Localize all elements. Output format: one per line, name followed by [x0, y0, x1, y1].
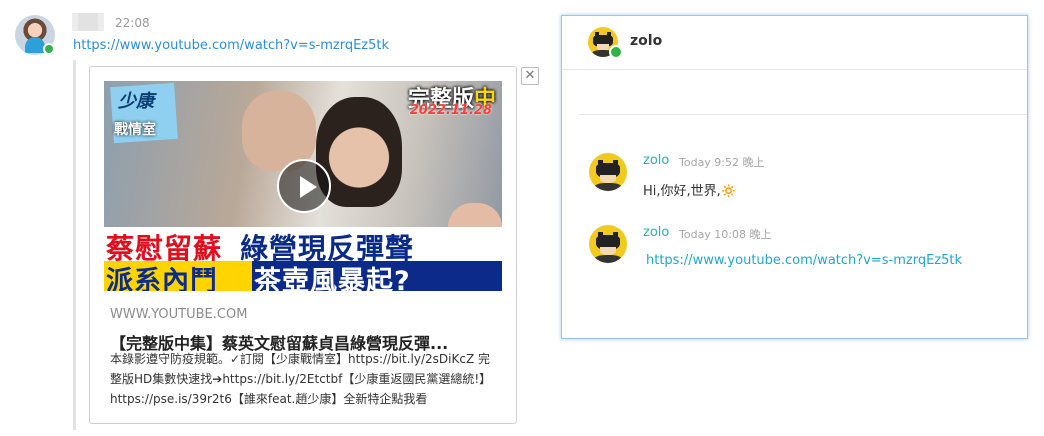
batman-avatar-icon[interactable]	[589, 153, 627, 191]
message-author[interactable]: zolo	[643, 225, 669, 240]
subline-band: 派系內鬥 茶壺風暴起?	[104, 261, 502, 291]
message-time: Today 10:08 晚上	[679, 228, 772, 241]
play-icon[interactable]	[277, 159, 331, 213]
message-time: Today 9:52 晚上	[679, 156, 765, 169]
message-link[interactable]: https://www.youtube.com/watch?v=s-mzrqEz…	[646, 253, 962, 268]
sender-name-redacted	[72, 13, 104, 31]
panel-divider	[579, 114, 1027, 115]
youtube-embed-card[interactable]: 少康 戰情室 完整版中 2022.11.28 蔡慰留蘇 綠營現反彈聲 派系內鬥 …	[89, 66, 517, 424]
embed-site: WWW.YOUTUBE.COM	[110, 307, 248, 322]
show-room-text: 戰情室	[114, 122, 156, 138]
header-username[interactable]: zolo	[630, 33, 662, 49]
subline-white: 茶壺風暴起?	[254, 266, 411, 291]
avatar-figure	[25, 37, 45, 53]
message-text: Hi,你好,世界,🔅	[643, 184, 737, 199]
thumbnail-date: 2022.11.28	[409, 103, 492, 118]
online-status-dot	[609, 45, 623, 59]
headline-band: 蔡慰留蘇 綠營現反彈聲	[104, 227, 502, 265]
message-link[interactable]: https://www.youtube.com/watch?v=s-mzrqEz…	[73, 38, 389, 53]
close-icon[interactable]: ✕	[521, 67, 539, 85]
message-author[interactable]: zolo	[643, 153, 669, 168]
quote-bar	[73, 60, 76, 430]
panel-header: zolo	[562, 16, 1027, 70]
chat-panel: zolo zolo Today 9:52 晚上 Hi,你好,世界,🔅 zolo …	[561, 15, 1028, 339]
embed-description: 本錄影遵守防疫規範。✓訂閱【少康戰情室】https://bit.ly/2sDiK…	[110, 352, 492, 406]
show-logo-text: 少康	[118, 91, 154, 112]
chat-message: 22:08 https://www.youtube.com/watch?v=s-…	[0, 0, 560, 436]
batman-avatar-icon[interactable]	[589, 225, 627, 263]
video-thumbnail[interactable]: 少康 戰情室 完整版中 2022.11.28 蔡慰留蘇 綠營現反彈聲 派系內鬥 …	[104, 81, 502, 291]
online-status-dot	[43, 43, 55, 55]
subline-yellow: 派系內鬥	[106, 266, 218, 291]
message-time: 22:08	[115, 16, 150, 30]
